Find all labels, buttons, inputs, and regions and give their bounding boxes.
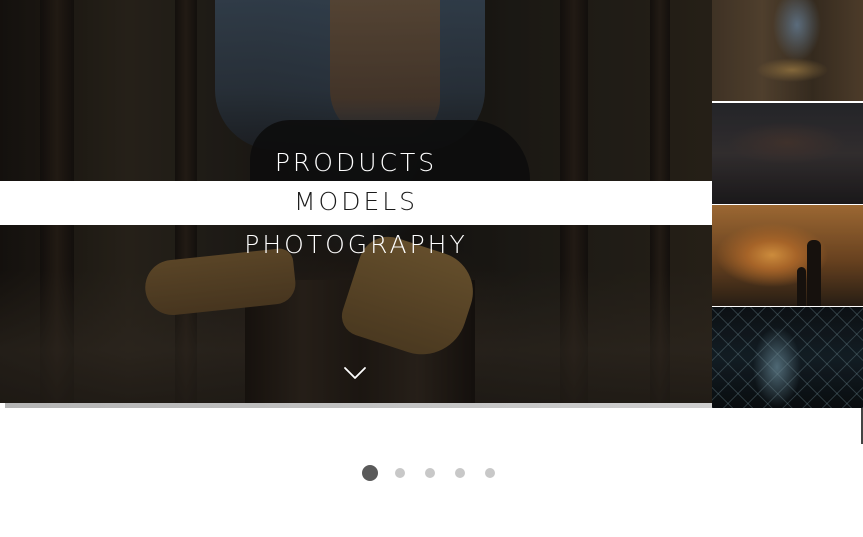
thumbnail-strip <box>712 0 863 408</box>
chevron-down-icon[interactable] <box>343 365 367 381</box>
thumbnail-woman-sitting[interactable] <box>712 0 863 101</box>
menu-item-models[interactable]: MODELS <box>0 181 712 225</box>
slide-pagination <box>362 465 515 481</box>
thumbnail-shade <box>712 307 863 408</box>
hero-progress-bar <box>5 403 712 408</box>
thumbnail-fence-night[interactable] <box>712 307 863 408</box>
category-menu: PRODUCTS MODELS PHOTOGRAPHY <box>0 143 712 263</box>
menu-item-products[interactable]: PRODUCTS <box>0 143 712 181</box>
pagination-dot-4[interactable] <box>455 468 465 478</box>
thumbnail-shade <box>712 103 863 204</box>
menu-item-photography[interactable]: PHOTOGRAPHY <box>0 225 712 263</box>
thumbnail-shade <box>712 205 863 306</box>
page: PRODUCTS MODELS PHOTOGRAPHY <box>0 0 863 537</box>
pagination-dot-1[interactable] <box>362 465 378 481</box>
pagination-dot-3[interactable] <box>425 468 435 478</box>
thumbnail-people-on-car[interactable] <box>712 103 863 204</box>
thumbnail-sunset-family[interactable] <box>712 205 863 306</box>
pagination-dot-2[interactable] <box>395 468 405 478</box>
pagination-dot-5[interactable] <box>485 468 495 478</box>
thumbnail-shade <box>712 0 863 101</box>
